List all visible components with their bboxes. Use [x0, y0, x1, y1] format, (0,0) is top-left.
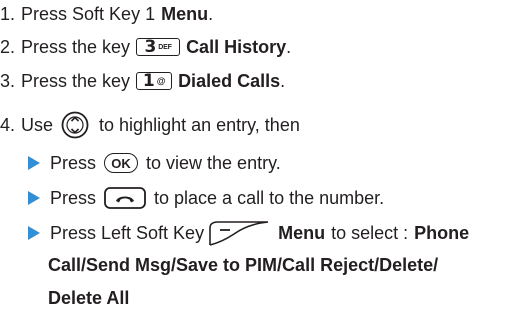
left-soft-key-icon [209, 221, 269, 246]
send-key-icon [104, 187, 146, 209]
step-number: 2. [0, 36, 16, 57]
step-number: 1. [0, 3, 16, 24]
step-number: 4. [0, 114, 16, 135]
nav-key-icon [61, 111, 89, 139]
bullet-text: Press Left Soft Key [50, 222, 205, 243]
bullet-text: Press [50, 152, 97, 173]
bullet-menu-options: Press Left Soft Key Menu to select : Pho… [28, 220, 469, 246]
period: . [208, 3, 214, 24]
bullet-place-call: Press to place a call to the number. [28, 185, 384, 211]
step-4: 4. Use to highlight an entry, then [0, 110, 300, 140]
step-text: Press the key [21, 70, 131, 91]
step-2: 2. Press the key 3 DEF Call History . [0, 35, 291, 59]
step-number: 3. [0, 70, 16, 91]
bullet-arrow-icon [28, 191, 40, 205]
bullet-text-mid: to select : [331, 222, 409, 243]
bullet-text-after: to view the entry. [146, 152, 281, 173]
menu-label: Menu [161, 3, 209, 24]
step-3: 3. Press the key 1 @ Dialed Calls . [0, 69, 285, 93]
key-1-at-icon: 1 @ [136, 70, 173, 91]
call-history-label: Call History [186, 36, 287, 57]
phone-option: Phone [414, 222, 470, 243]
dialed-calls-label: Dialed Calls [178, 70, 281, 91]
key-3-def-icon: 3 DEF [136, 36, 181, 57]
key-digit: 1 [142, 70, 155, 91]
period: . [280, 70, 286, 91]
key-letters: DEF [158, 43, 172, 51]
bullet-text-after: to place a call to the number. [154, 187, 385, 208]
step-text-after: to highlight an entry, then [99, 114, 300, 135]
menu-options-line-2: Call/Send Msg/Save to PIM/Call Reject/De… [48, 254, 439, 275]
key-digit: 3 [144, 36, 157, 57]
bullet-arrow-icon [28, 226, 40, 240]
bullet-view-entry: Press OK to view the entry. [28, 150, 281, 176]
step-text: Press the key [21, 36, 131, 57]
menu-label: Menu [278, 222, 326, 243]
bullet-text: Press [50, 187, 97, 208]
step-1: 1. Press Soft Key 1 Menu . [0, 2, 213, 26]
key-symbol: @ [156, 75, 166, 86]
step-text: Press Soft Key 1 [21, 3, 156, 24]
step-text: Use [21, 114, 54, 135]
menu-options-line-3: Delete All [48, 287, 130, 308]
period: . [286, 36, 292, 57]
ok-key-icon: OK [104, 153, 139, 173]
bullet-arrow-icon [28, 156, 40, 170]
